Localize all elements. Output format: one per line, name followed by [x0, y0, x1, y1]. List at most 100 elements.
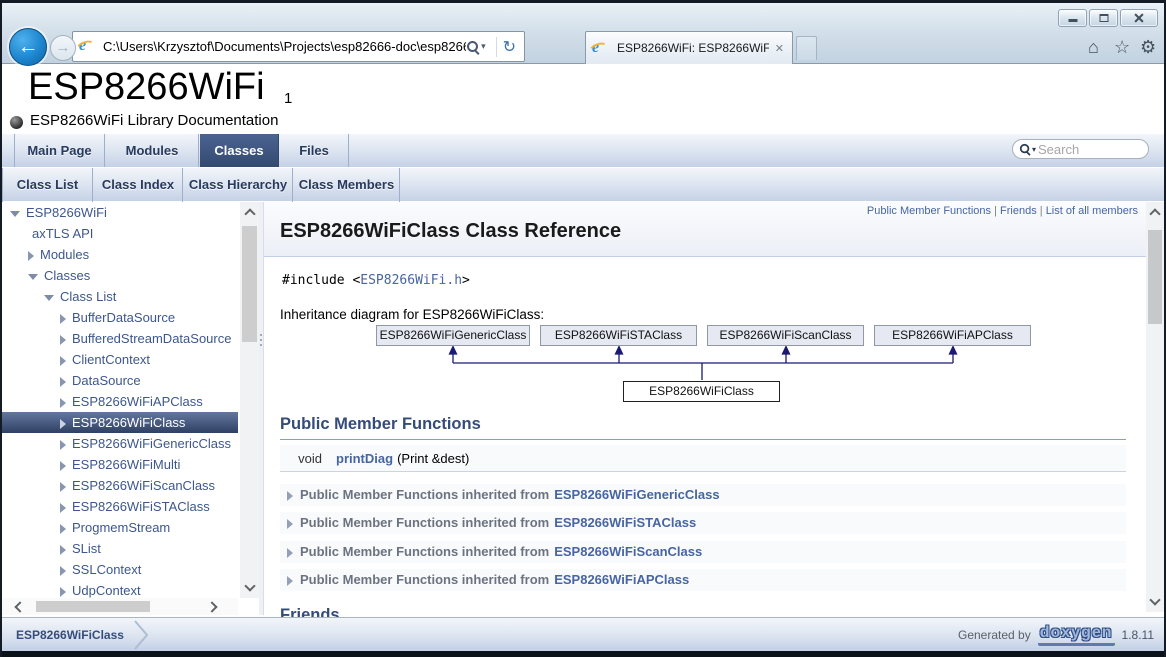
search-filter-caret-icon[interactable]: ▾	[1032, 145, 1036, 154]
sidebar-hscrollbar-thumb[interactable]	[36, 601, 150, 612]
tab-close-icon[interactable]: ✕	[775, 42, 784, 55]
tab-classes[interactable]: Classes	[200, 134, 279, 168]
inherited-section-staclass[interactable]: Public Member Functions inherited fromES…	[280, 512, 1126, 534]
address-url[interactable]: C:\Users\Krzysztof\Documents\Projects\es…	[103, 39, 466, 54]
tree-item-sslcontext[interactable]: SSLContext	[2, 559, 238, 580]
tree-item-esp8266wificlass-selected[interactable]: ESP8266WiFiClass	[2, 412, 238, 433]
inheritance-diagram: ESP8266WiFiGenericClass ESP8266WiFiSTACl…	[376, 323, 1034, 407]
tree-item-datasource[interactable]: DataSource	[2, 370, 238, 391]
link-list-of-all-members[interactable]: List of all members	[1046, 205, 1138, 217]
diagram-node-genericclass[interactable]: ESP8266WiFiGenericClass	[376, 325, 530, 346]
refresh-icon[interactable]: ↻	[503, 37, 516, 57]
tree-collapsed-icon[interactable]	[60, 482, 66, 492]
sidebar-vertical-scrollbar[interactable]	[240, 202, 259, 598]
tree-item-esp8266wifi[interactable]: ESP8266WiFi	[2, 202, 238, 223]
tree-collapsed-icon[interactable]	[60, 377, 66, 387]
tree-expanded-icon[interactable]	[44, 295, 54, 301]
sidebar-horizontal-scrollbar[interactable]	[2, 598, 238, 615]
minimize-button[interactable]	[1058, 9, 1087, 27]
scroll-down-icon[interactable]	[244, 580, 255, 591]
scroll-up-icon[interactable]	[1149, 208, 1160, 219]
back-button[interactable]: ←	[9, 28, 47, 66]
tree-collapsed-icon[interactable]	[60, 587, 66, 597]
tree-item-slist[interactable]: SList	[2, 538, 238, 559]
tree-item-classes[interactable]: Classes	[2, 265, 238, 286]
address-bar[interactable]: e C:\Users\Krzysztof\Documents\Projects\…	[72, 31, 525, 62]
inherited-class-link[interactable]: ESP8266WiFiSTAClass	[554, 515, 696, 530]
tree-item-progmemstream[interactable]: ProgmemStream	[2, 517, 238, 538]
link-public-member-functions[interactable]: Public Member Functions	[867, 205, 991, 217]
doxygen-logo[interactable]: doxygen	[1038, 624, 1115, 646]
tree-item-modules[interactable]: Modules	[2, 244, 238, 265]
tree-collapsed-icon[interactable]	[60, 503, 66, 513]
tree-collapsed-icon[interactable]	[60, 314, 66, 324]
tab-class-members[interactable]: Class Members	[294, 168, 400, 202]
tree-collapsed-icon[interactable]	[60, 545, 66, 555]
settings-gear-icon[interactable]: ⚙	[1140, 36, 1156, 58]
tree-item-esp8266wifiapclass[interactable]: ESP8266WiFiAPClass	[2, 391, 238, 412]
tree-expanded-icon[interactable]	[10, 211, 20, 217]
new-tab-button[interactable]	[796, 36, 817, 60]
navpath-esp8266wificlass[interactable]: ESP8266WiFiClass	[16, 628, 124, 642]
tab-class-hierarchy[interactable]: Class Hierarchy	[184, 168, 293, 202]
scroll-up-icon[interactable]	[244, 208, 255, 219]
scroll-right-icon[interactable]	[206, 601, 217, 612]
home-icon[interactable]: ⌂	[1088, 36, 1099, 58]
tree-collapsed-icon[interactable]	[60, 335, 66, 345]
tree-item-bufferdatasource[interactable]: BufferDataSource	[2, 307, 238, 328]
diagram-node-scanclass[interactable]: ESP8266WiFiScanClass	[707, 325, 864, 346]
tree-collapsed-icon[interactable]	[60, 440, 66, 450]
tree-item-udpcontext[interactable]: UdpContext	[2, 580, 238, 600]
inherited-class-link[interactable]: ESP8266WiFiAPClass	[554, 572, 689, 587]
inherited-section-genericclass[interactable]: Public Member Functions inherited fromES…	[280, 484, 1126, 506]
search-icon[interactable]	[466, 40, 480, 54]
content-scrollbar-thumb[interactable]	[1148, 230, 1162, 324]
inherited-section-apclass[interactable]: Public Member Functions inherited fromES…	[280, 569, 1126, 591]
sidebar-scrollbar-thumb[interactable]	[242, 226, 257, 342]
tree-expanded-icon[interactable]	[28, 274, 38, 280]
browser-tab[interactable]: e ESP8266WiFi: ESP8266WiFi... ✕	[585, 31, 793, 64]
maximize-button[interactable]	[1089, 9, 1118, 27]
tree-item-esp8266wifimulti[interactable]: ESP8266WiFiMulti	[2, 454, 238, 475]
search-dropdown-caret-icon[interactable]: ▾	[481, 41, 486, 52]
close-button[interactable]	[1120, 9, 1158, 27]
member-name-link[interactable]: printDiag	[336, 451, 393, 466]
diagram-node-apclass[interactable]: ESP8266WiFiAPClass	[874, 325, 1031, 346]
tree-item-esp8266wifigenericclass[interactable]: ESP8266WiFiGenericClass	[2, 433, 238, 454]
tree-collapsed-icon[interactable]	[28, 251, 34, 261]
tab-files[interactable]: Files	[280, 134, 349, 168]
tree-item-bufferedstreamdatasource[interactable]: BufferedStreamDataSource	[2, 328, 238, 349]
tree-item-esp8266wifiscanclass[interactable]: ESP8266WiFiScanClass	[2, 475, 238, 496]
tab-main-page[interactable]: Main Page	[14, 134, 105, 168]
tree-item-axtls-api[interactable]: axTLS API	[2, 223, 238, 244]
inherited-class-link[interactable]: ESP8266WiFiScanClass	[554, 544, 702, 559]
content-vertical-scrollbar[interactable]	[1146, 202, 1164, 612]
tree-collapsed-icon[interactable]	[60, 461, 66, 471]
tree-collapsed-icon[interactable]	[60, 398, 66, 408]
search-input[interactable]	[1038, 142, 1148, 157]
scroll-down-icon[interactable]	[1149, 594, 1160, 605]
tree-collapsed-icon[interactable]	[60, 524, 66, 534]
diagram-node-esp8266wificlass[interactable]: ESP8266WiFiClass	[623, 381, 780, 402]
tab-class-index[interactable]: Class Index	[94, 168, 183, 202]
tree-item-class-list[interactable]: Class List	[2, 286, 238, 307]
tree-collapsed-icon[interactable]	[60, 356, 66, 366]
tree-item-clientcontext[interactable]: ClientContext	[2, 349, 238, 370]
page-viewport: ESP8266WiFi 1 ESP8266WiFi Library Docume…	[2, 64, 1164, 651]
tree-collapsed-icon[interactable]	[60, 566, 66, 576]
forward-button[interactable]: →	[50, 35, 76, 61]
page-header: Public Member Functions | Friends | List…	[264, 202, 1146, 257]
diagram-node-staclass[interactable]: ESP8266WiFiSTAClass	[540, 325, 697, 346]
scroll-left-icon[interactable]	[14, 601, 25, 612]
favorites-star-icon[interactable]: ☆	[1114, 36, 1130, 58]
inherited-class-link[interactable]: ESP8266WiFiGenericClass	[554, 487, 719, 502]
tree-item-esp8266wifistaclass[interactable]: ESP8266WiFiSTAClass	[2, 496, 238, 517]
tab-favicon: e	[592, 39, 610, 58]
tab-modules[interactable]: Modules	[106, 134, 199, 168]
include-file-link[interactable]: ESP8266WiFi.h	[360, 273, 462, 288]
tree-collapsed-icon[interactable]	[60, 419, 66, 429]
search-box[interactable]: ▾	[1012, 139, 1149, 159]
inherited-section-scanclass[interactable]: Public Member Functions inherited fromES…	[280, 541, 1126, 563]
tab-class-list[interactable]: Class List	[2, 168, 93, 202]
link-friends[interactable]: Friends	[1000, 205, 1037, 217]
